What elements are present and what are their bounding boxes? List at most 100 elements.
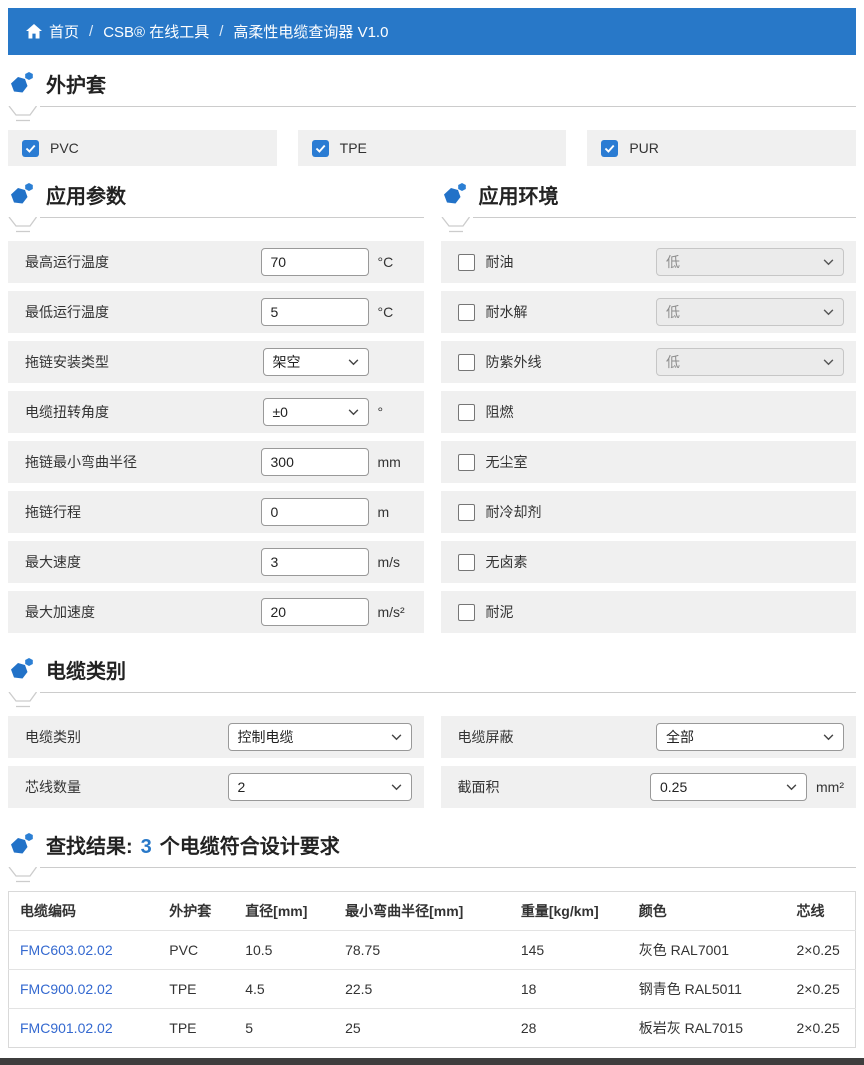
- collapse-notch-icon: [8, 106, 40, 123]
- max-speed-input[interactable]: [261, 548, 369, 576]
- breadcrumb-home-label: 首页: [49, 21, 79, 42]
- breadcrumb-separator: /: [89, 23, 93, 40]
- results-count: 3: [141, 836, 152, 859]
- env-row-coolant-resist: 耐冷却剂: [441, 491, 857, 533]
- coolant-resist-checkbox[interactable]: [458, 504, 475, 521]
- env-label: 无卤素: [486, 552, 845, 572]
- max-accel-input[interactable]: [261, 598, 369, 626]
- cell-sheath: TPE: [158, 1009, 234, 1048]
- hexagon-bullet-icon: [441, 182, 469, 209]
- flame-retardant-checkbox[interactable]: [458, 404, 475, 421]
- cable-code-link[interactable]: FMC603.02.02: [20, 942, 113, 958]
- oil-resist-level-select[interactable]: 低: [656, 248, 844, 276]
- footer-bar: [0, 1058, 864, 1065]
- param-row-twist-angle: 电缆扭转角度 ±0 °: [8, 391, 424, 433]
- param-unit: °C: [378, 254, 412, 270]
- core-count-select[interactable]: 2: [228, 773, 412, 801]
- table-row: FMC901.02.02 TPE 5 25 28 板岩灰 RAL7015 2×0…: [9, 1009, 856, 1048]
- mud-resist-checkbox[interactable]: [458, 604, 475, 621]
- category-right-column: 电缆屏蔽 全部 截面积 0.25 mm²: [441, 716, 857, 816]
- page: 首页 / CSB® 在线工具 / 高柔性电缆查询器 V1.0 外护套 PVC T…: [0, 0, 864, 1048]
- category-row-shield: 电缆屏蔽 全部: [441, 716, 857, 758]
- hexagon-bullet-icon: [8, 71, 36, 98]
- cable-type-select[interactable]: 控制电缆: [228, 723, 412, 751]
- min-temp-input[interactable]: [261, 298, 369, 326]
- table-row: FMC900.02.02 TPE 4.5 22.5 18 钢青色 RAL5011…: [9, 970, 856, 1009]
- section-divider: [8, 692, 856, 712]
- cleanroom-checkbox[interactable]: [458, 454, 475, 471]
- chevron-down-icon: [391, 784, 402, 791]
- shield-select[interactable]: 全部: [656, 723, 844, 751]
- cell-weight: 145: [510, 931, 628, 970]
- min-bend-radius-input[interactable]: [261, 448, 369, 476]
- collapse-notch-icon: [8, 867, 40, 884]
- check-icon: [315, 144, 326, 153]
- breadcrumb-home-link[interactable]: 首页: [26, 21, 79, 42]
- chevron-down-icon: [823, 259, 834, 266]
- category-section-header: 电缆类别: [8, 657, 856, 684]
- param-unit: °: [378, 404, 412, 420]
- param-row-min-bend-radius: 拖链最小弯曲半径 mm: [8, 441, 424, 483]
- tpe-checkbox[interactable]: [312, 140, 329, 157]
- param-label: 最大速度: [25, 552, 261, 572]
- env-row-hydrolysis-resist: 耐水解 低: [441, 291, 857, 333]
- pur-checkbox[interactable]: [601, 140, 618, 157]
- param-label: 最大加速度: [25, 602, 261, 622]
- hexagon-bullet-icon: [8, 657, 36, 684]
- cell-color: 钢青色 RAL5011: [628, 970, 786, 1009]
- col-header-diameter: 直径[mm]: [234, 892, 334, 931]
- home-icon: [26, 24, 42, 39]
- col-header-color: 颜色: [628, 892, 786, 931]
- application-parameters-column: 应用参数 最高运行温度 °C 最低运行温度 °C 拖链安装类型 架空: [8, 166, 424, 641]
- max-temp-input[interactable]: [261, 248, 369, 276]
- select-value: 低: [666, 302, 680, 322]
- env-label: 阻燃: [486, 402, 845, 422]
- col-header-code: 电缆编码: [9, 892, 159, 931]
- col-header-weight: 重量[kg/km]: [510, 892, 628, 931]
- cable-code-link[interactable]: FMC900.02.02: [20, 981, 113, 997]
- category-row-cross-section: 截面积 0.25 mm²: [441, 766, 857, 808]
- results-table: 电缆编码 外护套 直径[mm] 最小弯曲半径[mm] 重量[kg/km] 颜色 …: [8, 891, 856, 1048]
- results-section-header: 查找结果: 3 个电缆符合设计要求: [8, 832, 856, 859]
- pur-label: PUR: [629, 140, 659, 156]
- cell-diameter: 4.5: [234, 970, 334, 1009]
- results-title: 查找结果: 3 个电缆符合设计要求: [46, 836, 340, 859]
- travel-input[interactable]: [261, 498, 369, 526]
- collapse-notch-icon: [441, 217, 473, 234]
- env-row-cleanroom: 无尘室: [441, 441, 857, 483]
- cell-cores: 2×0.25: [786, 1009, 856, 1048]
- chevron-down-icon: [823, 359, 834, 366]
- cell-radius: 78.75: [334, 931, 510, 970]
- select-value: 0.25: [660, 779, 687, 795]
- hydrolysis-resist-checkbox[interactable]: [458, 304, 475, 321]
- cross-section-select[interactable]: 0.25: [650, 773, 807, 801]
- check-icon: [604, 144, 615, 153]
- cell-weight: 28: [510, 1009, 628, 1048]
- oil-resist-checkbox[interactable]: [458, 254, 475, 271]
- twist-angle-select[interactable]: ±0: [263, 398, 369, 426]
- select-value: 全部: [666, 727, 694, 747]
- cell-diameter: 10.5: [234, 931, 334, 970]
- env-row-oil-resist: 耐油 低: [441, 241, 857, 283]
- cell-cores: 2×0.25: [786, 970, 856, 1009]
- tpe-label: TPE: [340, 140, 367, 156]
- pvc-checkbox[interactable]: [22, 140, 39, 157]
- uv-level-select[interactable]: 低: [656, 348, 844, 376]
- uv-resist-checkbox[interactable]: [458, 354, 475, 371]
- col-header-cores: 芯线: [786, 892, 856, 931]
- select-value: 架空: [273, 352, 301, 372]
- sheath-option-pur: PUR: [587, 130, 856, 166]
- section-title-params: 应用参数: [46, 186, 126, 209]
- breadcrumb-link-tools[interactable]: CSB® 在线工具: [103, 21, 209, 42]
- category-unit: mm²: [816, 779, 844, 795]
- section-divider: [8, 217, 424, 237]
- install-type-select[interactable]: 架空: [263, 348, 369, 376]
- halogen-free-checkbox[interactable]: [458, 554, 475, 571]
- hydrolysis-level-select[interactable]: 低: [656, 298, 844, 326]
- cable-code-link[interactable]: FMC901.02.02: [20, 1020, 113, 1036]
- environment-section-header: 应用环境: [441, 182, 857, 209]
- env-row-uv-resist: 防紫外线 低: [441, 341, 857, 383]
- param-label: 最低运行温度: [25, 302, 261, 322]
- table-header-row: 电缆编码 外护套 直径[mm] 最小弯曲半径[mm] 重量[kg/km] 颜色 …: [9, 892, 856, 931]
- sheath-option-pvc: PVC: [8, 130, 277, 166]
